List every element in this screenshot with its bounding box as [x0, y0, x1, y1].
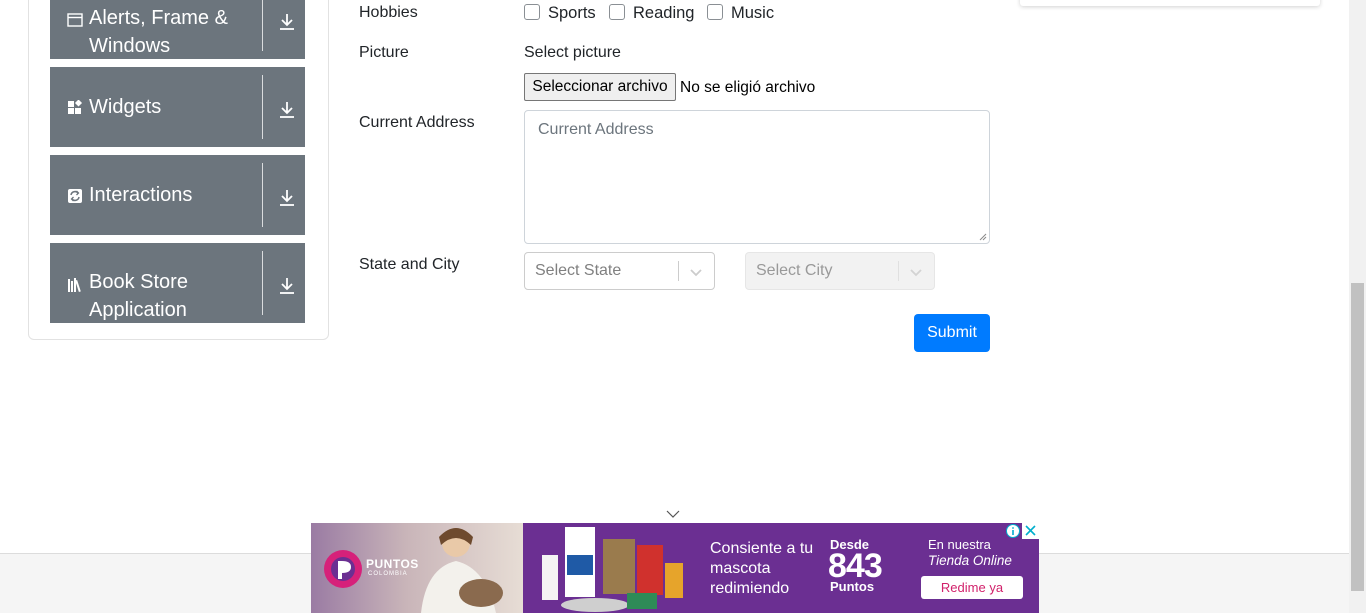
window-icon [67, 13, 83, 27]
divider [262, 163, 263, 227]
hobby-reading-label[interactable]: Reading [633, 3, 694, 23]
ad-photo: PUNTOS COLOMBIA [311, 523, 523, 613]
sidebar-group-label: Interactions [89, 184, 193, 206]
separator [898, 261, 899, 281]
ad-brand: PUNTOS [366, 557, 419, 571]
hobbies-label: Hobbies [359, 4, 418, 21]
select-picture-label: Select picture [524, 44, 621, 61]
interactions-icon [68, 189, 82, 203]
sidebar-group-book-store-application[interactable]: Book Store Application [50, 243, 305, 323]
sidebar-group-alerts-frame-windows[interactable]: Alerts, Frame & Windows [50, 0, 305, 59]
sidebar-group-label: Alerts, Frame & Windows [89, 7, 228, 57]
divider [262, 251, 263, 315]
choose-file-button[interactable]: Seleccionar archivo [524, 73, 676, 101]
ad-store-line1: En nuestra [928, 537, 991, 552]
picture-label: Picture [359, 44, 409, 61]
ad-close-icon[interactable] [1022, 523, 1039, 539]
ad-pet-products [542, 527, 683, 612]
separator [678, 261, 679, 281]
download-icon[interactable] [278, 12, 296, 32]
download-icon[interactable] [278, 188, 296, 208]
ad-store-line2: Tienda Online [928, 553, 1012, 568]
chevron-down-icon [910, 269, 922, 277]
chevron-down-icon[interactable] [689, 265, 703, 279]
right-ad-card [1020, 0, 1320, 6]
puntos-logo [324, 550, 362, 588]
ad-message: Consiente a tu mascota redimiendo [710, 540, 814, 597]
hobby-sports-label[interactable]: Sports [548, 3, 596, 23]
sidebar-group-label: Book Store Application [89, 271, 188, 321]
select-city-dropdown[interactable]: Select City [745, 252, 935, 290]
submit-button[interactable]: Submit [914, 314, 990, 352]
state-city-label: State and City [359, 256, 460, 273]
download-icon[interactable] [278, 276, 296, 296]
page: Alerts, Frame & Windows Widgets Interact… [0, 0, 1366, 613]
ad-brand-sub: COLOMBIA [368, 571, 408, 577]
select-city-placeholder: Select City [756, 262, 833, 279]
current-address-label: Current Address [359, 114, 475, 131]
download-icon[interactable] [278, 100, 296, 120]
sidebar-group-widgets[interactable]: Widgets [50, 67, 305, 147]
ad-photo-figure [421, 528, 503, 613]
file-status-text: No se eligió archivo [680, 79, 816, 96]
hobby-sports-checkbox[interactable] [524, 4, 540, 20]
book-store-icon [68, 278, 81, 293]
select-state-placeholder: Select State [535, 262, 622, 279]
sidebar-group-interactions[interactable]: Interactions [50, 155, 305, 235]
divider [262, 75, 263, 139]
select-state-dropdown[interactable]: Select State [524, 252, 715, 290]
current-address-textarea[interactable]: Current Address [524, 110, 990, 244]
hobby-reading-checkbox[interactable] [609, 4, 625, 20]
ad-points-label: Puntos [830, 579, 875, 594]
collapse-ad-icon[interactable] [665, 508, 681, 520]
widgets-icon [68, 100, 83, 114]
ad-info-icon[interactable] [1006, 524, 1020, 538]
resize-grip-icon[interactable] [979, 233, 987, 241]
sidebar-group-label: Widgets [89, 96, 162, 118]
vertical-scrollbar[interactable] [1349, 0, 1366, 613]
scrollbar-thumb[interactable] [1351, 283, 1364, 591]
divider [262, 0, 263, 51]
current-address-placeholder: Current Address [538, 121, 654, 138]
hobby-music-label[interactable]: Music [731, 3, 774, 23]
hobby-music-checkbox[interactable] [707, 4, 723, 20]
ad-cta-button[interactable]: Redime ya [921, 576, 1023, 599]
ad-banner[interactable]: PUNTOS COLOMBIA Consiente a tu mascota r… [311, 523, 1039, 613]
